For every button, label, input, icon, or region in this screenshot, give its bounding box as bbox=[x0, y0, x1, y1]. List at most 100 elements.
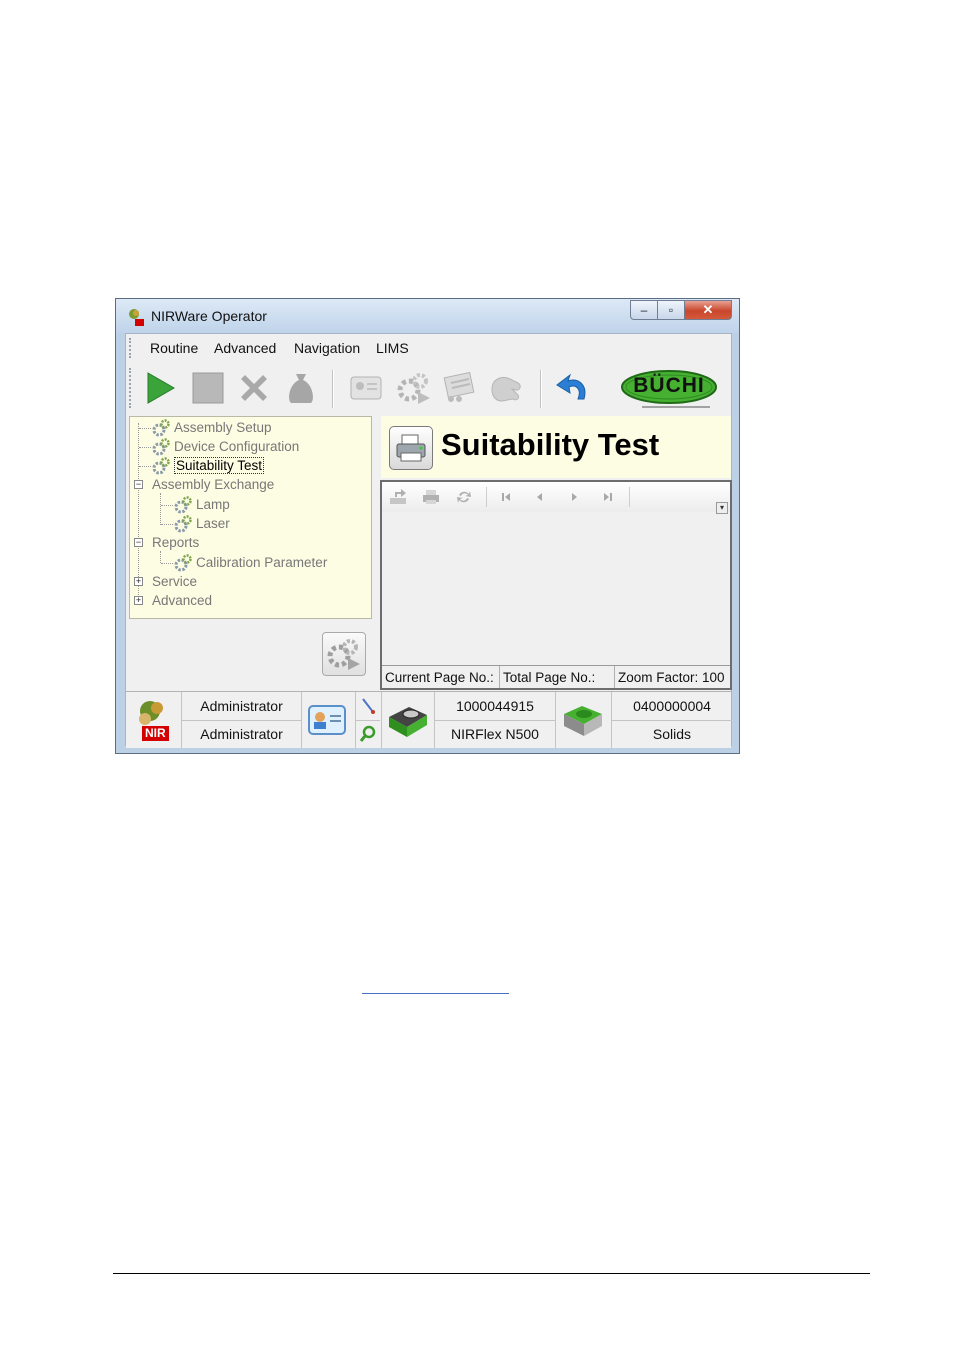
cancel-x-icon[interactable] bbox=[236, 370, 272, 406]
gear-run-icon bbox=[327, 639, 360, 670]
cell-type: Solids bbox=[652, 726, 692, 742]
stop-icon[interactable] bbox=[190, 370, 226, 406]
toolbar-overflow-button[interactable]: ▾ bbox=[716, 502, 728, 514]
close-button[interactable]: ✕ bbox=[685, 300, 732, 320]
nirware-operator-window: NIRWare Operator – ▫ ✕ Routine Advanced … bbox=[115, 298, 740, 754]
menu-routine[interactable]: Routine bbox=[150, 340, 198, 356]
tree-item-assembly-setup[interactable]: Assembly Setup bbox=[152, 418, 272, 437]
page-footer-rule bbox=[113, 1273, 870, 1274]
gear-icon bbox=[174, 514, 192, 532]
report-toolbar-separator bbox=[629, 487, 630, 507]
tree-line bbox=[139, 466, 151, 467]
instrument-icon bbox=[384, 698, 432, 742]
last-page-icon[interactable] bbox=[599, 488, 617, 506]
user-name-bottom: Administrator bbox=[200, 726, 283, 742]
report-status-bar: Current Page No.: Total Page No.: Zoom F… bbox=[382, 665, 730, 688]
id-card-icon[interactable] bbox=[348, 370, 384, 406]
next-page-icon[interactable] bbox=[566, 488, 584, 506]
sample-bag-icon[interactable] bbox=[283, 370, 319, 406]
nir-logo-text: NIR bbox=[142, 726, 169, 741]
status-divider bbox=[555, 692, 556, 748]
document-link-underline[interactable] bbox=[362, 993, 509, 994]
report-icon[interactable] bbox=[442, 370, 478, 406]
gear-icon bbox=[174, 495, 192, 513]
buchi-logo: BÜCHI bbox=[620, 369, 718, 409]
tree-line bbox=[160, 493, 161, 525]
status-bar: NIR Administrator Administrator 10000449… bbox=[126, 691, 732, 748]
first-page-icon[interactable] bbox=[497, 488, 515, 506]
search-icon[interactable] bbox=[356, 722, 380, 746]
current-page-label: Current Page No.: bbox=[382, 666, 500, 688]
tree-item-label: Calibration Parameter bbox=[196, 555, 328, 570]
tree-item-label: Device Configuration bbox=[174, 439, 300, 454]
tree-item-reports[interactable]: Reports bbox=[152, 533, 199, 552]
tree-item-label: Reports bbox=[152, 535, 200, 550]
collapse-toggle[interactable]: − bbox=[134, 538, 143, 547]
expand-toggle[interactable]: + bbox=[134, 596, 143, 605]
report-toolbar-separator bbox=[486, 487, 487, 507]
main-toolbar: BÜCHI bbox=[126, 362, 731, 414]
tree-line bbox=[161, 505, 173, 506]
menu-advanced[interactable]: Advanced bbox=[214, 340, 276, 356]
tree-item-assembly-exchange[interactable]: Assembly Exchange bbox=[152, 475, 274, 494]
toolbar-grip[interactable] bbox=[129, 368, 134, 408]
hand-icon[interactable] bbox=[488, 370, 524, 406]
instrument-serial: 1000044915 bbox=[456, 698, 534, 714]
maximize-button[interactable]: ▫ bbox=[658, 300, 685, 320]
user-card-icon[interactable] bbox=[306, 702, 348, 738]
tree-item-label: Service bbox=[152, 574, 198, 589]
status-divider bbox=[381, 692, 382, 748]
total-page-label: Total Page No.: bbox=[500, 666, 615, 688]
task-header: Suitability Test bbox=[381, 416, 731, 478]
print-icon[interactable] bbox=[422, 488, 440, 506]
tree-item-label: Laser bbox=[196, 516, 230, 531]
title-bar[interactable]: NIRWare Operator – ▫ ✕ bbox=[116, 299, 739, 333]
nirware-app-icon bbox=[129, 309, 144, 326]
tree-item-advanced[interactable]: Advanced bbox=[152, 591, 212, 610]
report-viewer[interactable]: ▾ Current Page No.: Total Page No.: Zoom… bbox=[380, 480, 732, 690]
status-divider bbox=[356, 720, 380, 721]
cell-serial: 0400000004 bbox=[633, 698, 711, 714]
previous-page-icon[interactable] bbox=[530, 488, 548, 506]
tree-item-label: Suitability Test bbox=[174, 457, 265, 474]
undo-arrow-icon[interactable] bbox=[554, 370, 590, 406]
tree-item-service[interactable]: Service bbox=[152, 572, 197, 591]
tree-item-device-configuration[interactable]: Device Configuration bbox=[152, 437, 299, 456]
tree-item-label: Assembly Setup bbox=[174, 420, 272, 435]
run-task-button[interactable] bbox=[322, 632, 366, 676]
menu-grip[interactable] bbox=[129, 338, 134, 358]
zoom-factor-label: Zoom Factor: 100 bbox=[618, 669, 725, 685]
collapse-toggle[interactable]: − bbox=[134, 480, 143, 489]
menu-bar: Routine Advanced Navigation LIMS bbox=[126, 334, 731, 362]
user-name-top: Administrator bbox=[200, 698, 283, 714]
tree-line bbox=[160, 551, 161, 563]
nir-logo-icon: NIR bbox=[130, 696, 178, 744]
tree-item-label: Advanced bbox=[152, 593, 213, 608]
export-icon[interactable] bbox=[389, 488, 407, 506]
minimize-button[interactable]: – bbox=[630, 300, 658, 320]
tree-line bbox=[161, 524, 173, 525]
navigation-tree[interactable]: Assembly Setup Device Configuration Suit… bbox=[129, 416, 372, 619]
printer-icon bbox=[389, 426, 433, 470]
gear-icon bbox=[174, 553, 192, 571]
report-toolbar: ▾ bbox=[382, 482, 730, 514]
tree-item-lamp[interactable]: Lamp bbox=[174, 495, 230, 514]
pipette-icon[interactable] bbox=[356, 694, 380, 718]
tree-line bbox=[139, 447, 151, 448]
refresh-icon[interactable] bbox=[455, 488, 473, 506]
play-icon[interactable] bbox=[142, 370, 178, 406]
menu-lims[interactable]: LIMS bbox=[376, 340, 409, 356]
gear-icon bbox=[152, 456, 170, 474]
tree-line bbox=[139, 428, 151, 429]
tree-item-suitability-test[interactable]: Suitability Test bbox=[152, 456, 265, 475]
expand-toggle[interactable]: + bbox=[134, 577, 143, 586]
gear-icon bbox=[152, 437, 170, 455]
menu-navigation[interactable]: Navigation bbox=[294, 340, 360, 356]
tree-line bbox=[161, 563, 173, 564]
tree-item-label: Lamp bbox=[196, 497, 230, 512]
gear-run-icon[interactable] bbox=[396, 370, 432, 406]
tree-item-laser[interactable]: Laser bbox=[174, 514, 230, 533]
toolbar-separator bbox=[332, 370, 334, 408]
window-title: NIRWare Operator bbox=[151, 308, 267, 324]
tree-item-calibration-parameter[interactable]: Calibration Parameter bbox=[174, 553, 327, 572]
